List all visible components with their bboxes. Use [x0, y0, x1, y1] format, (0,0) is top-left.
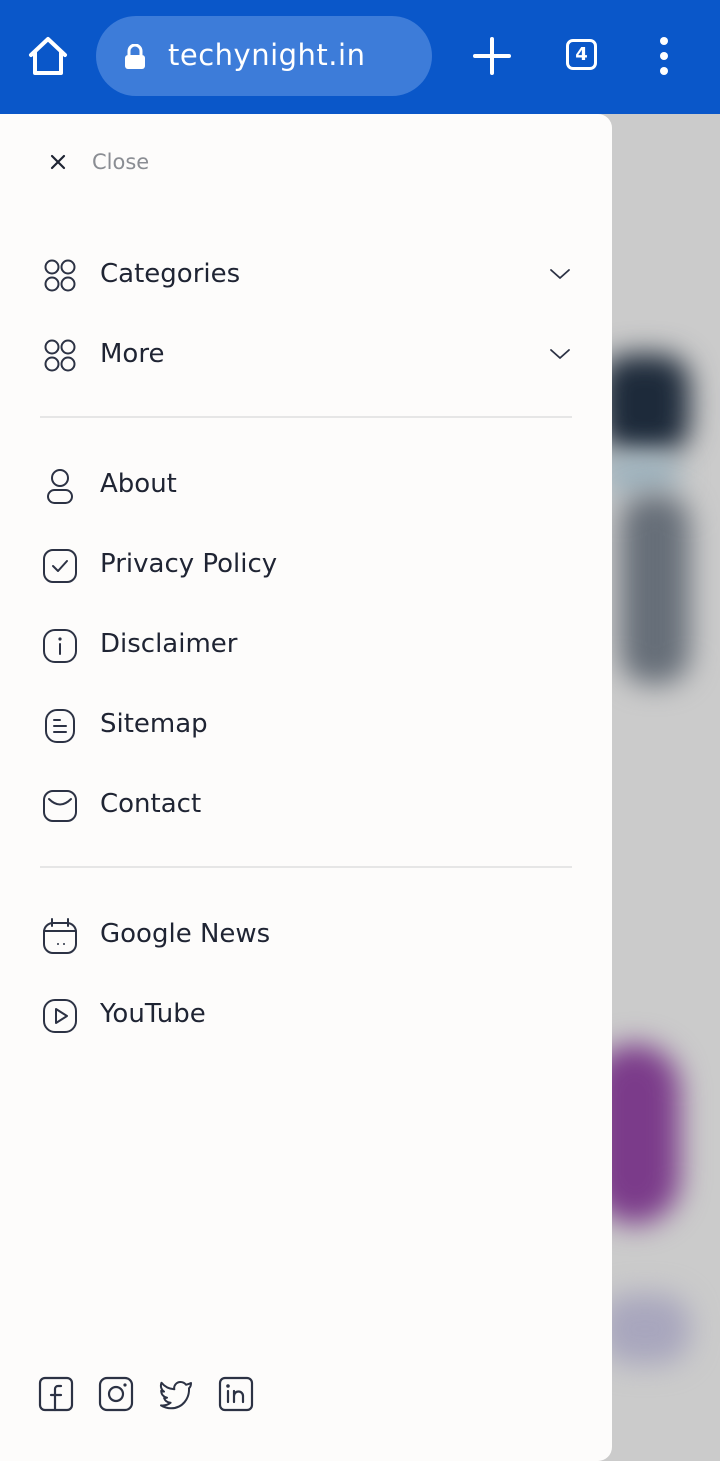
- blurred-image: [600, 454, 680, 494]
- info-icon: [43, 629, 77, 663]
- divider: [40, 416, 572, 418]
- blurred-image: [620, 494, 690, 684]
- shield-check-icon: [43, 549, 77, 583]
- calendar-icon: [43, 918, 77, 954]
- chevron-down-icon[interactable]: [548, 262, 572, 286]
- user-icon: [47, 469, 73, 504]
- url-bar[interactable]: techynight.in: [96, 16, 432, 96]
- menu-item-more[interactable]: More: [40, 326, 572, 382]
- instagram-icon[interactable]: [98, 1376, 134, 1412]
- menu-item-label: Sitemap: [100, 709, 208, 739]
- menu-item-label: More: [100, 339, 165, 369]
- facebook-icon[interactable]: [38, 1376, 74, 1412]
- browser-toolbar: techynight.in 4: [0, 0, 720, 114]
- menu-item-youtube[interactable]: YouTube: [40, 986, 572, 1042]
- twitter-icon[interactable]: [158, 1376, 194, 1412]
- menu-item-google-news[interactable]: Google News: [40, 906, 572, 962]
- menu-item-about[interactable]: About: [40, 456, 572, 512]
- menu-item-privacy-policy[interactable]: Privacy Policy: [40, 536, 572, 592]
- mail-icon: [43, 790, 77, 822]
- linkedin-icon[interactable]: [218, 1376, 254, 1412]
- new-tab-icon[interactable]: [472, 36, 512, 76]
- chevron-down-icon[interactable]: [548, 342, 572, 366]
- navigation-drawer: Close Categories More About Privacy Poli…: [0, 114, 612, 1461]
- menu-item-disclaimer[interactable]: Disclaimer: [40, 616, 572, 672]
- home-icon[interactable]: [26, 34, 70, 78]
- divider: [40, 866, 572, 868]
- more-options-icon[interactable]: [652, 36, 676, 76]
- close-icon[interactable]: [48, 152, 68, 172]
- menu-item-label: YouTube: [100, 999, 206, 1029]
- play-icon: [43, 999, 77, 1033]
- document-icon: [45, 709, 75, 743]
- menu-item-categories[interactable]: Categories: [40, 246, 572, 302]
- menu-item-label: Google News: [100, 919, 271, 949]
- url-text: techynight.in: [168, 38, 366, 72]
- close-label: Close: [92, 150, 150, 174]
- menu-item-contact[interactable]: Contact: [40, 776, 572, 832]
- menu-item-sitemap[interactable]: Sitemap: [40, 696, 572, 752]
- lock-icon: [125, 44, 145, 69]
- blurred-image: [600, 354, 690, 454]
- grid-icon: [44, 339, 76, 372]
- grid-icon: [44, 259, 76, 292]
- menu-item-label: Categories: [100, 259, 241, 289]
- blurred-image: [600, 1294, 690, 1364]
- menu-item-label: Disclaimer: [100, 629, 238, 659]
- menu-item-label: Privacy Policy: [100, 549, 278, 579]
- menu-item-label: Contact: [100, 789, 202, 819]
- tab-switcher-button[interactable]: 4: [566, 39, 597, 70]
- menu-item-label: About: [100, 469, 177, 499]
